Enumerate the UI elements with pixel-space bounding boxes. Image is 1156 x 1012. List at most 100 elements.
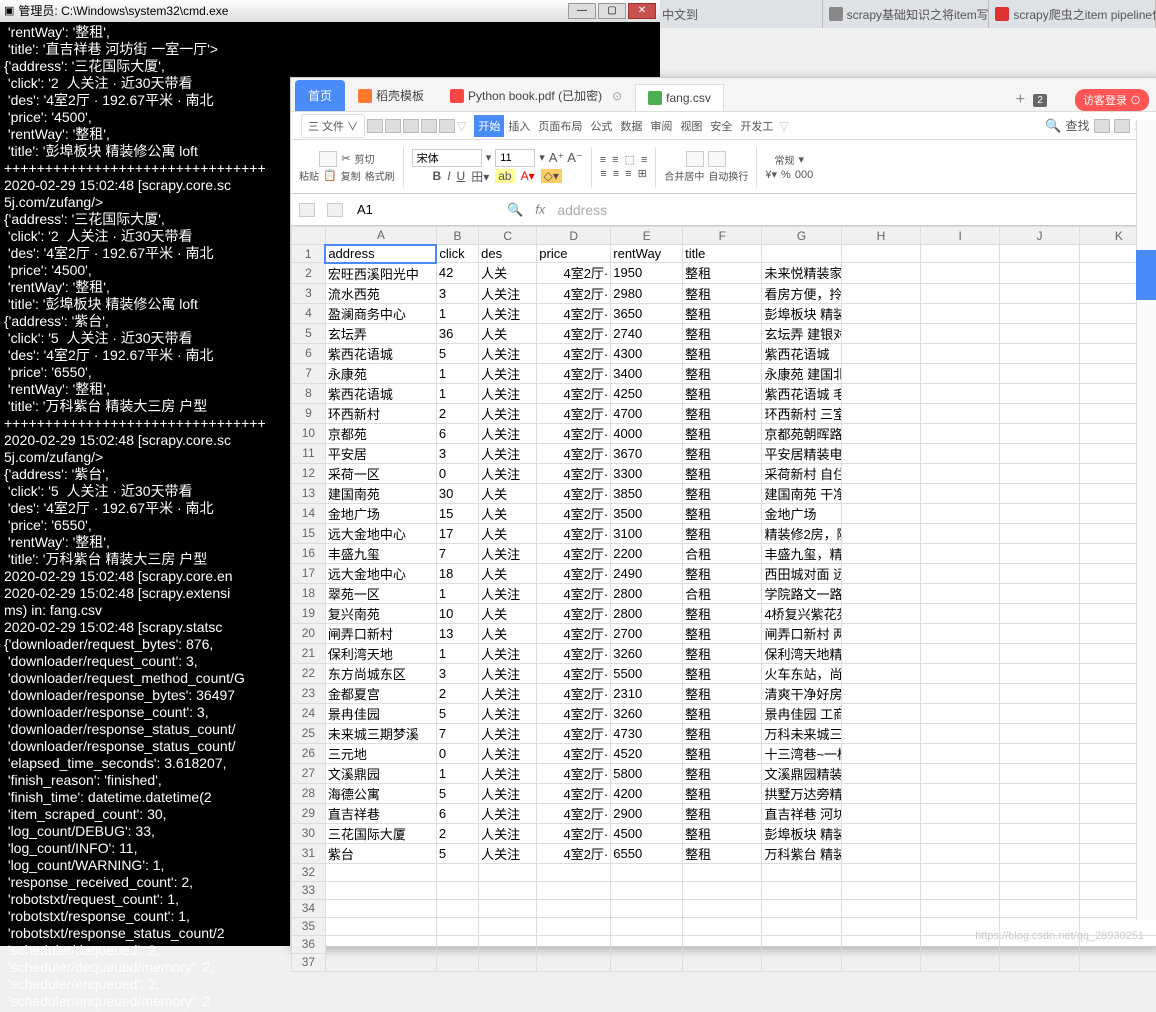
cell[interactable]: 整租 <box>683 703 762 723</box>
cell[interactable]: 4室2厅· <box>537 663 611 683</box>
cell[interactable]: 18 <box>436 563 478 583</box>
row-header[interactable]: 8 <box>292 383 326 403</box>
row-header[interactable]: 11 <box>292 443 326 463</box>
cell[interactable]: 人关注 <box>479 803 537 823</box>
cell[interactable] <box>436 917 478 935</box>
row-header[interactable]: 37 <box>292 953 326 971</box>
cell[interactable]: 文溪鼎园精装三房 文一西路 丰潭路 近城西银泰 天堂软件匠 <box>762 763 841 783</box>
cell[interactable]: 3500 <box>611 503 683 523</box>
cell[interactable] <box>921 603 1000 623</box>
cell[interactable] <box>921 543 1000 563</box>
cell[interactable]: title <box>683 245 762 263</box>
cell[interactable]: 整租 <box>683 843 762 863</box>
cell[interactable]: 采荷新村 自住装修 清爽小套 随时看 <box>762 463 841 483</box>
cell[interactable]: 2200 <box>611 543 683 563</box>
cell[interactable] <box>841 683 920 703</box>
cell[interactable]: 2 <box>436 403 478 423</box>
cell[interactable] <box>921 323 1000 343</box>
cell[interactable]: 6 <box>436 423 478 443</box>
cell[interactable]: 15 <box>436 503 478 523</box>
cell[interactable]: 1 <box>436 303 478 323</box>
cell[interactable] <box>683 953 762 971</box>
cell[interactable]: 永康苑 <box>325 363 436 383</box>
cell[interactable]: 三花国际大厦 <box>325 823 436 843</box>
cell[interactable] <box>537 881 611 899</box>
cell[interactable]: 丰盛九玺 <box>325 543 436 563</box>
cell[interactable] <box>841 763 920 783</box>
row-header[interactable]: 22 <box>292 663 326 683</box>
cell[interactable] <box>921 283 1000 303</box>
row-header[interactable]: 13 <box>292 483 326 503</box>
cell[interactable] <box>841 383 920 403</box>
cell[interactable]: 紫西花语城 <box>325 343 436 363</box>
cell[interactable] <box>1000 623 1079 643</box>
cell[interactable]: 整租 <box>683 363 762 383</box>
cell[interactable]: 东方尚城东区 <box>325 663 436 683</box>
row-header[interactable]: 12 <box>292 463 326 483</box>
col-header[interactable]: D <box>537 227 611 245</box>
cell[interactable]: 人关注 <box>479 663 537 683</box>
cell[interactable] <box>325 881 436 899</box>
browser-tab[interactable]: 中文到 <box>656 0 823 28</box>
cell[interactable]: 整租 <box>683 763 762 783</box>
cell[interactable]: 整租 <box>683 523 762 543</box>
cell[interactable] <box>762 917 841 935</box>
cell[interactable] <box>762 899 841 917</box>
cell[interactable]: 整租 <box>683 323 762 343</box>
browser-tab[interactable]: scrapy基础知识之将item写入 <box>823 0 990 28</box>
cell[interactable]: 4室2厅· <box>537 643 611 663</box>
cell[interactable]: 整租 <box>683 263 762 284</box>
row-header[interactable]: 27 <box>292 763 326 783</box>
cell[interactable]: 3260 <box>611 703 683 723</box>
cell[interactable]: 17 <box>436 523 478 543</box>
cell[interactable]: 人关注 <box>479 763 537 783</box>
cell[interactable] <box>921 953 1000 971</box>
cell[interactable] <box>1000 663 1079 683</box>
row-header[interactable]: 7 <box>292 363 326 383</box>
cell[interactable]: 直吉祥巷 河坊街 一室一厅 <box>762 803 841 823</box>
cell[interactable]: 4室2厅· <box>537 683 611 703</box>
cell[interactable]: 4室2厅· <box>537 443 611 463</box>
cell[interactable]: 玄坛弄 建银对面武林银泰附近 一室一厅 干净清爽 <box>762 323 841 343</box>
cell[interactable] <box>841 343 920 363</box>
cell[interactable] <box>841 443 920 463</box>
row-header[interactable]: 32 <box>292 863 326 881</box>
cell[interactable] <box>1000 563 1079 583</box>
cell[interactable]: 13 <box>436 623 478 643</box>
cell[interactable] <box>479 917 537 935</box>
cell[interactable]: price <box>537 245 611 263</box>
size-select[interactable] <box>495 149 535 167</box>
cell[interactable]: 未来城三期梦溪 <box>325 723 436 743</box>
cell[interactable] <box>1000 303 1079 323</box>
fx-icon[interactable]: fx <box>535 202 545 217</box>
cell[interactable]: 整租 <box>683 823 762 843</box>
cell[interactable] <box>436 863 478 881</box>
cell[interactable]: 4室2厅· <box>537 523 611 543</box>
cell[interactable] <box>1000 423 1079 443</box>
cell[interactable]: 直吉祥巷 <box>325 803 436 823</box>
cell[interactable] <box>1000 263 1079 284</box>
cell[interactable]: 保利湾天地 <box>325 643 436 663</box>
cell[interactable] <box>325 899 436 917</box>
cell[interactable] <box>921 363 1000 383</box>
cell[interactable]: 环西新村 三室一厅 干净清爽 拎包入住 价格好谈 <box>762 403 841 423</box>
cell[interactable]: 4室2厅· <box>537 303 611 323</box>
cell[interactable] <box>921 523 1000 543</box>
cell[interactable] <box>841 323 920 343</box>
cell[interactable]: 海德公寓 <box>325 783 436 803</box>
cell[interactable] <box>479 881 537 899</box>
cell[interactable]: 整租 <box>683 623 762 643</box>
cell[interactable]: 4室2厅· <box>537 843 611 863</box>
cell[interactable] <box>436 881 478 899</box>
cell[interactable] <box>683 899 762 917</box>
cell[interactable]: 合租 <box>683 543 762 563</box>
cell[interactable]: 人关注 <box>479 463 537 483</box>
row-header[interactable]: 33 <box>292 881 326 899</box>
cell[interactable]: 建国南苑 <box>325 483 436 503</box>
cell[interactable] <box>921 743 1000 763</box>
cell[interactable]: 景冉佳园 <box>325 703 436 723</box>
cell[interactable] <box>683 881 762 899</box>
cell[interactable]: 4室2厅· <box>537 623 611 643</box>
cell[interactable] <box>683 863 762 881</box>
cell[interactable]: 京都苑 <box>325 423 436 443</box>
